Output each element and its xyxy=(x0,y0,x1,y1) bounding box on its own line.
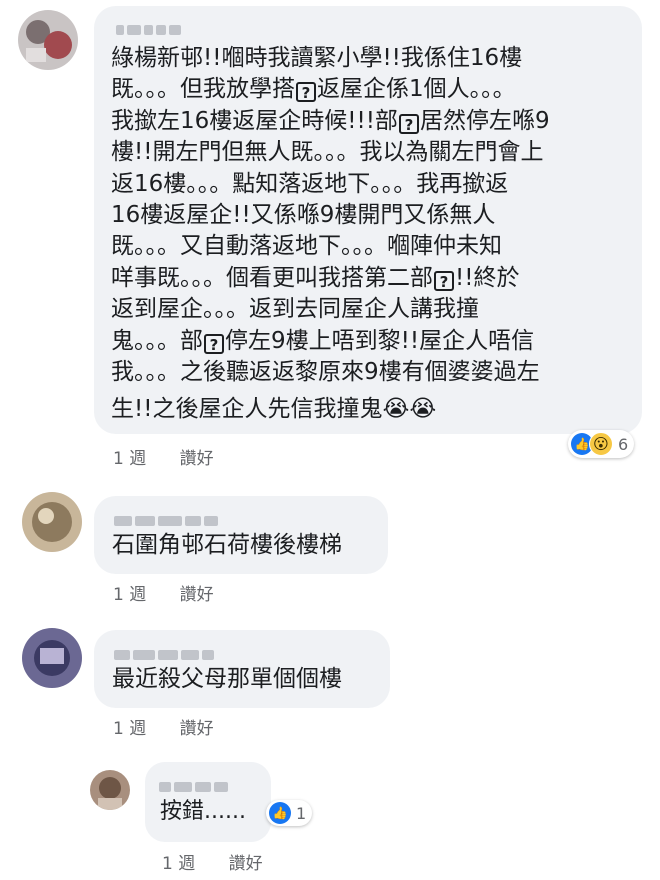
question-box-icon: ? xyxy=(434,270,454,291)
like-button[interactable]: 讚好 xyxy=(229,854,263,874)
comment-line: 鬼。。。部? 停左9樓上唔到黎!!屋企人唔信 xyxy=(111,326,550,357)
avatar[interactable] xyxy=(22,492,82,552)
comment-line: 綠楊新邨!!嗰時我讀緊小學!!我係住16樓 xyxy=(111,43,550,74)
timestamp[interactable]: 1 週 xyxy=(113,585,146,605)
comment-text-segment: 16樓返屋企!!又係喺9樓開門又係無人 xyxy=(111,202,496,229)
comment-bubble: 石圍角邨石荷樓後樓梯 xyxy=(94,496,388,574)
comment-text-segment: 返屋企係1個人。。。 xyxy=(317,76,516,103)
comment-text-segment: 樓!!開左門但無人既。。。我以為關左門會上 xyxy=(111,139,544,166)
reply-bubble: 按錯...... xyxy=(145,762,271,842)
like-button[interactable]: 讚好 xyxy=(180,449,214,469)
reaction-summary[interactable]: 👍 1 xyxy=(266,800,313,826)
reaction-count: 1 xyxy=(296,803,307,823)
avatar[interactable] xyxy=(22,628,82,688)
comment-line: 既。。。但我放學搭? 返屋企係1個人。。。 xyxy=(111,74,550,105)
timestamp[interactable]: 1 週 xyxy=(162,854,195,874)
avatar[interactable] xyxy=(90,770,130,810)
comment-line: 返到屋企。。。返到去同屋企人講我撞 xyxy=(111,294,550,325)
reaction-count: 6 xyxy=(618,434,629,454)
comment-text-segment: 返到屋企。。。返到去同屋企人講我撞 xyxy=(111,296,479,323)
comment-text-segment: !!終於 xyxy=(455,264,520,291)
avatar[interactable] xyxy=(18,10,78,70)
blurred-author-name[interactable] xyxy=(114,645,264,660)
question-box-icon: ? xyxy=(398,113,419,134)
comment-text-segment: 居然停左喺9 xyxy=(419,107,550,134)
comment-text-segment: 停左9樓上唔到黎!!屋企人唔信 xyxy=(225,327,535,354)
blurred-author-name[interactable] xyxy=(159,777,254,792)
comment-bubble: 綠楊新邨!!嗰時我讀緊小學!!我係住16樓 既。。。但我放學搭? 返屋企係1個人。。… xyxy=(94,6,642,434)
like-button[interactable]: 讚好 xyxy=(180,585,214,605)
comment-text-segment: 既。。。又自動落返地下。。。嗰陣仲未知 xyxy=(111,233,502,260)
comment-text-segment: 生!!之後屋企人先信我撞鬼😭😭 xyxy=(111,396,437,423)
comment-meta: 1 週 讚好 xyxy=(113,444,242,469)
comment-text: 綠楊新邨!!嗰時我讀緊小學!!我係住16樓 既。。。但我放學搭? 返屋企係1個人。。… xyxy=(111,43,550,426)
comment-line: 16樓返屋企!!又係喺9樓開門又係無人 xyxy=(111,200,550,231)
wow-face-icon: 😮 xyxy=(589,432,613,456)
comment-text-segment: 鬼。。。部 xyxy=(111,327,203,354)
comment-bubble: 最近殺父母那單個個樓 xyxy=(94,630,390,708)
comment-text: 最近殺父母那單個個樓 xyxy=(112,666,342,692)
comment-meta: 1 週 讚好 xyxy=(162,849,291,874)
comment-text-segment: 綠楊新邨!!嗰時我讀緊小學!!我係住16樓 xyxy=(111,45,523,71)
question-box-icon: ? xyxy=(296,82,316,103)
comment-line: 既。。。又自動落返地下。。。嗰陣仲未知 xyxy=(111,231,550,262)
timestamp[interactable]: 1 週 xyxy=(113,449,146,469)
comment-text-segment: 咩事既。。。個看更叫我搭第二部 xyxy=(111,264,433,291)
comment-text-segment: 返16樓。。。點知落返地下。。。我再撳返 xyxy=(111,170,509,197)
comment-line: 返16樓。。。點知落返地下。。。我再撳返 xyxy=(111,169,550,200)
comment-meta: 1 週 讚好 xyxy=(113,714,242,739)
comment-line: 生!!之後屋企人先信我撞鬼😭😭 xyxy=(111,394,550,425)
blurred-author-name[interactable] xyxy=(116,20,196,35)
comment-text-segment: 既。。。但我放學搭 xyxy=(111,76,295,103)
comment-meta: 1 週 讚好 xyxy=(113,580,242,605)
comment-line: 我。。。之後聽返返黎原來9樓有個婆婆過左 xyxy=(111,357,550,388)
reaction-summary[interactable]: 👍 😮 6 xyxy=(568,430,635,458)
comment-text: 石圍角邨石荷樓後樓梯 xyxy=(112,532,342,558)
comment-line: 咩事既。。。個看更叫我搭第二部? !!終於 xyxy=(111,263,550,294)
comment-text-segment: 我。。。之後聽返返黎原來9樓有個婆婆過左 xyxy=(111,359,540,386)
thumbs-up-icon: 👍 xyxy=(269,802,291,824)
comment-line: 我撳左16樓返屋企時候!!!部? 居然停左喺9 xyxy=(111,106,550,137)
comment-line: 樓!!開左門但無人既。。。我以為關左門會上 xyxy=(111,137,550,168)
blurred-author-name[interactable] xyxy=(114,511,254,526)
comment-text-segment: 我撳左16樓返屋企時候!!!部 xyxy=(111,107,398,134)
question-box-icon: ? xyxy=(204,333,224,354)
comment-text: 按錯...... xyxy=(160,799,246,824)
like-button[interactable]: 讚好 xyxy=(180,719,214,739)
timestamp[interactable]: 1 週 xyxy=(113,719,146,739)
